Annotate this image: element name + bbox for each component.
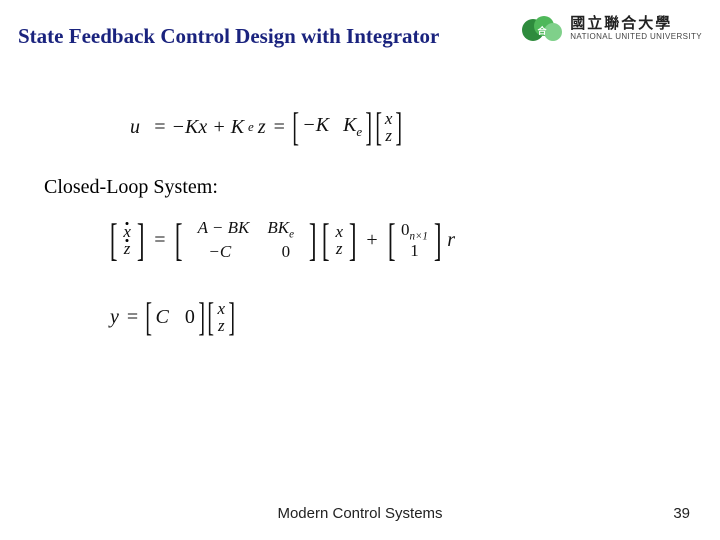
bracket-icon: ] (366, 111, 373, 143)
subheading-closed-loop: Closed-Loop System: (44, 176, 218, 199)
university-logo-block: 合 國立聯合大學 NATIONAL UNITED UNIVERSITY (520, 10, 702, 48)
bracket-icon: ] (137, 222, 145, 259)
bracket-icon: [ (375, 111, 382, 143)
bracket-icon: [ (292, 111, 299, 143)
bracket-icon: ] (309, 222, 317, 259)
bracket-icon: [ (175, 222, 183, 259)
svg-text:合: 合 (538, 25, 548, 36)
bracket-icon: ] (198, 301, 205, 333)
university-name-cn: 國立聯合大學 (570, 17, 702, 33)
equation-output: y = [ C 0 ] [ x z ] (110, 300, 234, 334)
university-logo-icon: 合 (520, 10, 564, 48)
equation-control-law: u = −Kx + Kez = [ −K Ke ] [ x z ] (130, 110, 402, 144)
bracket-icon: ] (228, 301, 235, 333)
eq1-lhs: u (130, 116, 140, 139)
page-number: 39 (673, 505, 690, 522)
bracket-icon: [ (146, 301, 153, 333)
page-title: State Feedback Control Design with Integ… (18, 24, 439, 49)
bracket-icon: [ (110, 222, 118, 259)
footer-text: Modern Control Systems (277, 505, 442, 522)
bracket-icon: ] (396, 111, 403, 143)
slide: State Feedback Control Design with Integ… (0, 0, 720, 540)
university-name: 國立聯合大學 NATIONAL UNITED UNIVERSITY (570, 17, 702, 41)
bracket-icon: ] (434, 222, 442, 259)
equation-state-space: [ x z ] = [ A − BK BKe −C 0 ] [ x z ] + … (110, 218, 455, 262)
bracket-icon: ] (349, 222, 357, 259)
bracket-icon: [ (322, 222, 330, 259)
eq1-rhs1: = −Kx + K (153, 116, 244, 139)
bracket-icon: [ (387, 222, 395, 259)
bracket-icon: [ (208, 301, 215, 333)
university-name-en: NATIONAL UNITED UNIVERSITY (570, 33, 702, 41)
